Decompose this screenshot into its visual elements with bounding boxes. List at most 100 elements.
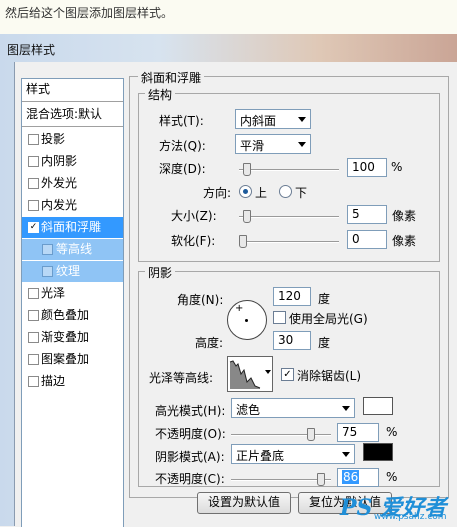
style-item[interactable]: 光泽	[22, 283, 123, 304]
style-checkbox[interactable]	[42, 244, 53, 255]
style-item-label: 等高线	[56, 242, 93, 256]
depth-input[interactable]: 100	[347, 158, 387, 177]
style-checkbox[interactable]	[28, 134, 39, 145]
style-item-label: 内发光	[41, 198, 78, 212]
style-checkbox[interactable]	[28, 376, 39, 387]
style-item[interactable]: 颜色叠加	[22, 305, 123, 326]
shadow-opacity-thumb[interactable]	[317, 473, 325, 486]
angle-dial[interactable]: +	[227, 300, 267, 340]
angle-input[interactable]: 120	[273, 287, 311, 306]
global-light-checkbox[interactable]	[273, 311, 286, 324]
style-item[interactable]: 投影	[22, 129, 123, 150]
tutorial-caption: 然后给这个图层添加图层样式。	[5, 6, 174, 20]
style-item-label: 投影	[41, 132, 66, 146]
highlight-opacity-label: 不透明度(O):	[155, 427, 226, 441]
chevron-down-icon	[265, 370, 271, 374]
direction-up-label: 上	[255, 186, 268, 200]
size-input[interactable]: 5	[347, 205, 387, 224]
style-item-label: 内阴影	[41, 154, 78, 168]
size-unit: 像素	[392, 209, 417, 223]
shadow-mode-label: 阴影模式(A):	[155, 450, 225, 464]
depth-slider-track[interactable]	[239, 169, 339, 171]
anti-alias-label: 消除锯齿(L)	[297, 369, 362, 383]
highlight-mode-label: 高光模式(H):	[155, 404, 226, 418]
divider	[22, 101, 123, 102]
style-item[interactable]: 等高线	[22, 239, 123, 260]
highlight-opacity-unit: %	[386, 425, 398, 439]
soften-slider-thumb[interactable]	[239, 235, 247, 248]
soften-slider-track[interactable]	[239, 241, 339, 243]
style-item-label: 纹理	[56, 264, 81, 278]
angle-unit: 度	[318, 292, 331, 306]
style-checkbox[interactable]	[28, 178, 39, 189]
style-item[interactable]: 内阴影	[22, 151, 123, 172]
shadow-color-swatch[interactable]	[363, 443, 393, 461]
contour-curve-icon	[229, 360, 261, 389]
style-checkbox[interactable]	[42, 266, 53, 277]
technique-label: 方法(Q):	[159, 139, 206, 153]
chevron-down-icon	[342, 406, 350, 411]
shading-title: 阴影	[145, 264, 176, 281]
style-checkbox[interactable]	[28, 200, 39, 211]
panel-title: 斜面和浮雕	[138, 69, 205, 86]
styles-list-header[interactable]: 样式	[22, 79, 123, 100]
highlight-color-swatch[interactable]	[363, 397, 393, 415]
style-item[interactable]: 描边	[22, 371, 123, 392]
global-light-label: 使用全局光(G)	[289, 312, 368, 326]
style-item[interactable]: ✓ 斜面和浮雕	[22, 217, 123, 238]
soften-input[interactable]: 0	[347, 230, 387, 249]
chevron-down-icon	[298, 117, 306, 122]
structure-group: 结构 样式(T): 内斜面 方法(Q): 平滑 深度(D): 100 % 方向:…	[138, 86, 440, 262]
angle-label: 角度(N):	[177, 293, 224, 307]
blend-options-item[interactable]: 混合选项:默认	[22, 104, 123, 125]
anti-alias-checkbox[interactable]: ✓	[281, 368, 294, 381]
dialog-title: 图层样式	[7, 43, 56, 57]
bevel-emboss-panel: 斜面和浮雕 结构 样式(T): 内斜面 方法(Q): 平滑 深度(D): 100…	[129, 69, 449, 498]
direction-down-label: 下	[295, 186, 308, 200]
gloss-contour-picker[interactable]	[227, 356, 273, 392]
style-checkbox[interactable]	[28, 288, 39, 299]
highlight-opacity-thumb[interactable]	[307, 428, 315, 441]
dial-center	[245, 319, 248, 322]
style-checkbox[interactable]	[28, 354, 39, 365]
depth-unit: %	[391, 160, 403, 174]
direction-up-radio[interactable]	[239, 185, 252, 198]
crosshair-icon: +	[235, 303, 244, 314]
size-slider-track[interactable]	[239, 216, 339, 218]
shadow-mode-select[interactable]: 正片叠底	[231, 444, 355, 464]
style-checkbox[interactable]	[28, 332, 39, 343]
make-default-button[interactable]: 设置为默认值	[197, 492, 291, 514]
style-label: 样式(T):	[159, 114, 204, 128]
shadow-opacity-track[interactable]	[231, 479, 331, 481]
highlight-opacity-track[interactable]	[231, 434, 331, 436]
style-item[interactable]: 纹理	[22, 261, 123, 282]
style-select[interactable]: 内斜面	[235, 109, 311, 129]
style-item-label: 描边	[41, 374, 66, 388]
direction-label: 方向:	[203, 186, 232, 200]
styles-list: 样式 混合选项:默认 投影内阴影外发光内发光 ✓ 斜面和浮雕等高线纹理光泽 颜色叠加渐…	[21, 78, 124, 527]
style-checkbox[interactable]: ✓	[28, 222, 39, 233]
gloss-contour-label: 光泽等高线:	[149, 371, 214, 385]
size-label: 大小(Z):	[171, 209, 217, 223]
shadow-opacity-input[interactable]: 86	[337, 468, 379, 487]
tutorial-caption-strip: 然后给这个图层添加图层样式。	[0, 0, 457, 34]
highlight-opacity-input[interactable]: 75	[337, 423, 379, 442]
technique-select[interactable]: 平滑	[235, 134, 311, 154]
style-item[interactable]: 外发光	[22, 173, 123, 194]
style-item[interactable]: 渐变叠加	[22, 327, 123, 348]
soften-label: 软化(F):	[171, 234, 216, 248]
highlight-mode-select[interactable]: 滤色	[231, 398, 355, 418]
chevron-down-icon	[342, 452, 350, 457]
style-checkbox[interactable]	[28, 310, 39, 321]
size-slider-thumb[interactable]	[243, 210, 251, 223]
structure-title: 结构	[145, 86, 176, 103]
direction-down-radio[interactable]	[279, 185, 292, 198]
chevron-down-icon	[298, 142, 306, 147]
depth-slider-thumb[interactable]	[243, 163, 251, 176]
style-item-label: 外发光	[41, 176, 78, 190]
style-checkbox[interactable]	[28, 156, 39, 167]
altitude-input[interactable]: 30	[273, 331, 311, 350]
style-item[interactable]: 图案叠加	[22, 349, 123, 370]
shadow-opacity-unit: %	[386, 470, 398, 484]
style-item[interactable]: 内发光	[22, 195, 123, 216]
